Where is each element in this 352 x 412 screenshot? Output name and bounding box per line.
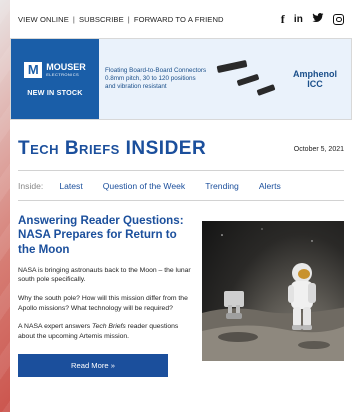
article-paragraph: A NASA expert answers Tech Briefs reader… — [18, 322, 194, 341]
read-more-button[interactable]: Read More » — [18, 354, 168, 378]
nav-item-trending[interactable]: Trending — [205, 181, 239, 191]
moon-scene-illustration — [202, 228, 344, 361]
product-description: Floating Board-to-Board Connectors 0.8mm… — [105, 67, 207, 90]
mouser-m-icon: M — [24, 61, 43, 78]
newsletter-email: VIEW ONLINE | SUBSCRIBE | FORWARD TO A F… — [10, 0, 352, 412]
inside-nav: Inside: Latest Question of the Week Tren… — [10, 171, 352, 200]
mouser-name: MOUSER — [46, 61, 86, 72]
brand-line1: Amphenol — [293, 69, 337, 79]
moon-astronaut-image[interactable] — [202, 221, 344, 361]
linkedin-icon[interactable]: in — [294, 14, 303, 25]
nav-item-question-of-the-week[interactable]: Question of the Week — [103, 181, 185, 191]
connector-part — [236, 73, 260, 87]
top-links: VIEW ONLINE | SUBSCRIBE | FORWARD TO A F… — [18, 15, 224, 24]
subscribe-link[interactable]: SUBSCRIBE — [79, 15, 124, 24]
masthead: Tech Briefs INSIDER October 5, 2021 — [10, 128, 352, 170]
separator: | — [127, 14, 130, 24]
forward-link[interactable]: FORWARD TO A FRIEND — [134, 15, 224, 24]
article-headline[interactable]: Answering Reader Questions: NASA Prepare… — [18, 214, 194, 257]
connector-part — [256, 84, 276, 96]
nav-item-latest[interactable]: Latest — [59, 181, 82, 191]
mouser-ad-banner[interactable]: M MOUSER ELECTRONICS NEW IN STOCK Floati… — [10, 38, 352, 120]
separator: | — [72, 14, 75, 24]
article-paragraph: Why the south pole? How will this missio… — [18, 295, 188, 312]
view-online-link[interactable]: VIEW ONLINE — [18, 15, 69, 24]
mouser-subtitle: ELECTRONICS — [46, 71, 80, 77]
connector-image — [213, 59, 279, 99]
instagram-icon[interactable] — [333, 13, 344, 25]
twitter-icon[interactable] — [312, 12, 324, 26]
facebook-icon[interactable]: f — [281, 12, 285, 27]
new-in-stock-label: NEW IN STOCK — [27, 87, 83, 97]
brand-line2: ICC — [307, 79, 323, 89]
nav-item-alerts[interactable]: Alerts — [259, 181, 281, 191]
publication-name: Tech Briefs — [92, 323, 126, 331]
article-text-column: Answering Reader Questions: NASA Prepare… — [18, 214, 194, 378]
amphenol-logo: Amphenol ICC — [285, 69, 345, 89]
top-bar: VIEW ONLINE | SUBSCRIBE | FORWARD TO A F… — [10, 0, 352, 38]
feature-article: Answering Reader Questions: NASA Prepare… — [10, 201, 352, 378]
article-paragraph: NASA is bringing astronauts back to the … — [18, 266, 191, 284]
connector-part — [216, 59, 248, 74]
product-panel: Floating Board-to-Board Connectors 0.8mm… — [99, 39, 351, 119]
inside-label: Inside: — [18, 180, 44, 191]
newsletter-title: Tech Briefs INSIDER — [18, 138, 207, 159]
social-icons: f in — [281, 12, 344, 27]
mouser-panel: M MOUSER ELECTRONICS NEW IN STOCK — [11, 39, 99, 119]
mouser-logo: M MOUSER ELECTRONICS — [24, 61, 86, 78]
issue-date: October 5, 2021 — [293, 145, 344, 153]
paragraph-text: A NASA expert answers — [18, 323, 93, 331]
